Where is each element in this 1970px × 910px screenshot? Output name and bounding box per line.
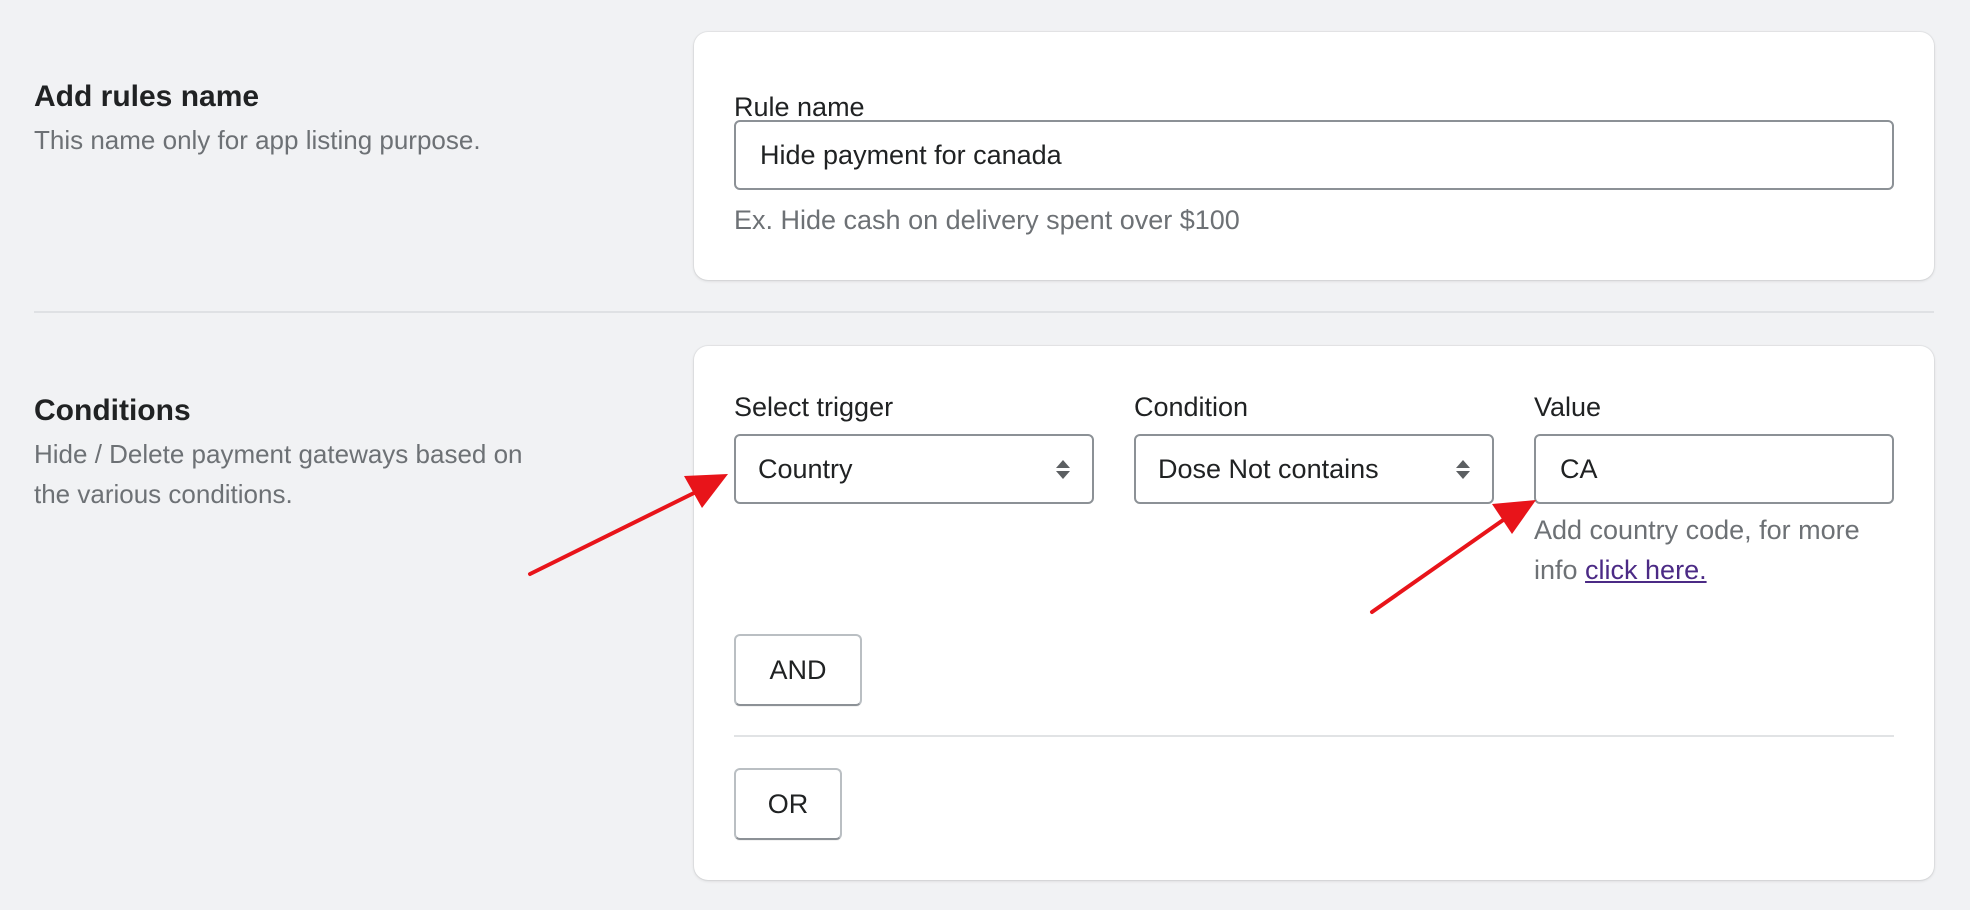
conditions-description-line1: Hide / Delete payment gateways based on bbox=[34, 439, 523, 469]
conditions-section-description: Hide / Delete payment gateways based on … bbox=[34, 434, 523, 514]
value-input[interactable]: CA bbox=[1534, 434, 1894, 504]
page: Add rules name This name only for app li… bbox=[0, 0, 1970, 910]
value-help-text: Add country code, for more info click he… bbox=[1534, 510, 1914, 590]
value-help-line1: Add country code, for more bbox=[1534, 515, 1860, 545]
section-divider bbox=[34, 311, 1934, 313]
rule-name-input[interactable]: Hide payment for canada bbox=[734, 120, 1894, 190]
condition-label: Condition bbox=[1134, 392, 1249, 422]
conditions-description-line2: the various conditions. bbox=[34, 479, 293, 509]
conditions-section-title: Conditions bbox=[34, 394, 191, 427]
rule-name-label: Rule name bbox=[734, 92, 865, 122]
conditions-section-info: Conditions Hide / Delete payment gateway… bbox=[34, 392, 523, 514]
value-label: Value bbox=[1534, 392, 1602, 422]
trigger-select[interactable]: Country bbox=[734, 434, 1094, 504]
chevron-up-down-icon bbox=[1456, 459, 1470, 479]
condition-select-value: Dose Not contains bbox=[1158, 453, 1379, 484]
value-input-value: CA bbox=[1560, 453, 1598, 484]
or-button[interactable]: OR bbox=[734, 768, 842, 840]
value-help-line2: info click here. bbox=[1534, 550, 1914, 590]
rule-name-help-text: Ex. Hide cash on delivery spent over $10… bbox=[734, 205, 1240, 235]
rule-name-card: Rule name Hide payment for canada Ex. Hi… bbox=[694, 32, 1934, 280]
chevron-up-down-icon bbox=[1056, 459, 1070, 479]
rule-name-section-info: Add rules name This name only for app li… bbox=[34, 78, 481, 160]
annotation-arrow-trigger bbox=[528, 474, 728, 576]
rule-name-section-description: This name only for app listing purpose. bbox=[34, 125, 481, 155]
conditions-card: Select trigger Country Condition Dose No… bbox=[694, 346, 1934, 880]
click-here-link[interactable]: click here. bbox=[1585, 555, 1707, 585]
annotation-arrow-value bbox=[1370, 500, 1536, 614]
conditions-inner-divider bbox=[734, 735, 1894, 737]
rule-name-section-title: Add rules name bbox=[34, 80, 260, 113]
trigger-select-value: Country bbox=[758, 453, 853, 484]
and-button[interactable]: AND bbox=[734, 634, 862, 706]
trigger-label: Select trigger bbox=[734, 392, 894, 422]
rule-name-input-value: Hide payment for canada bbox=[760, 139, 1062, 170]
